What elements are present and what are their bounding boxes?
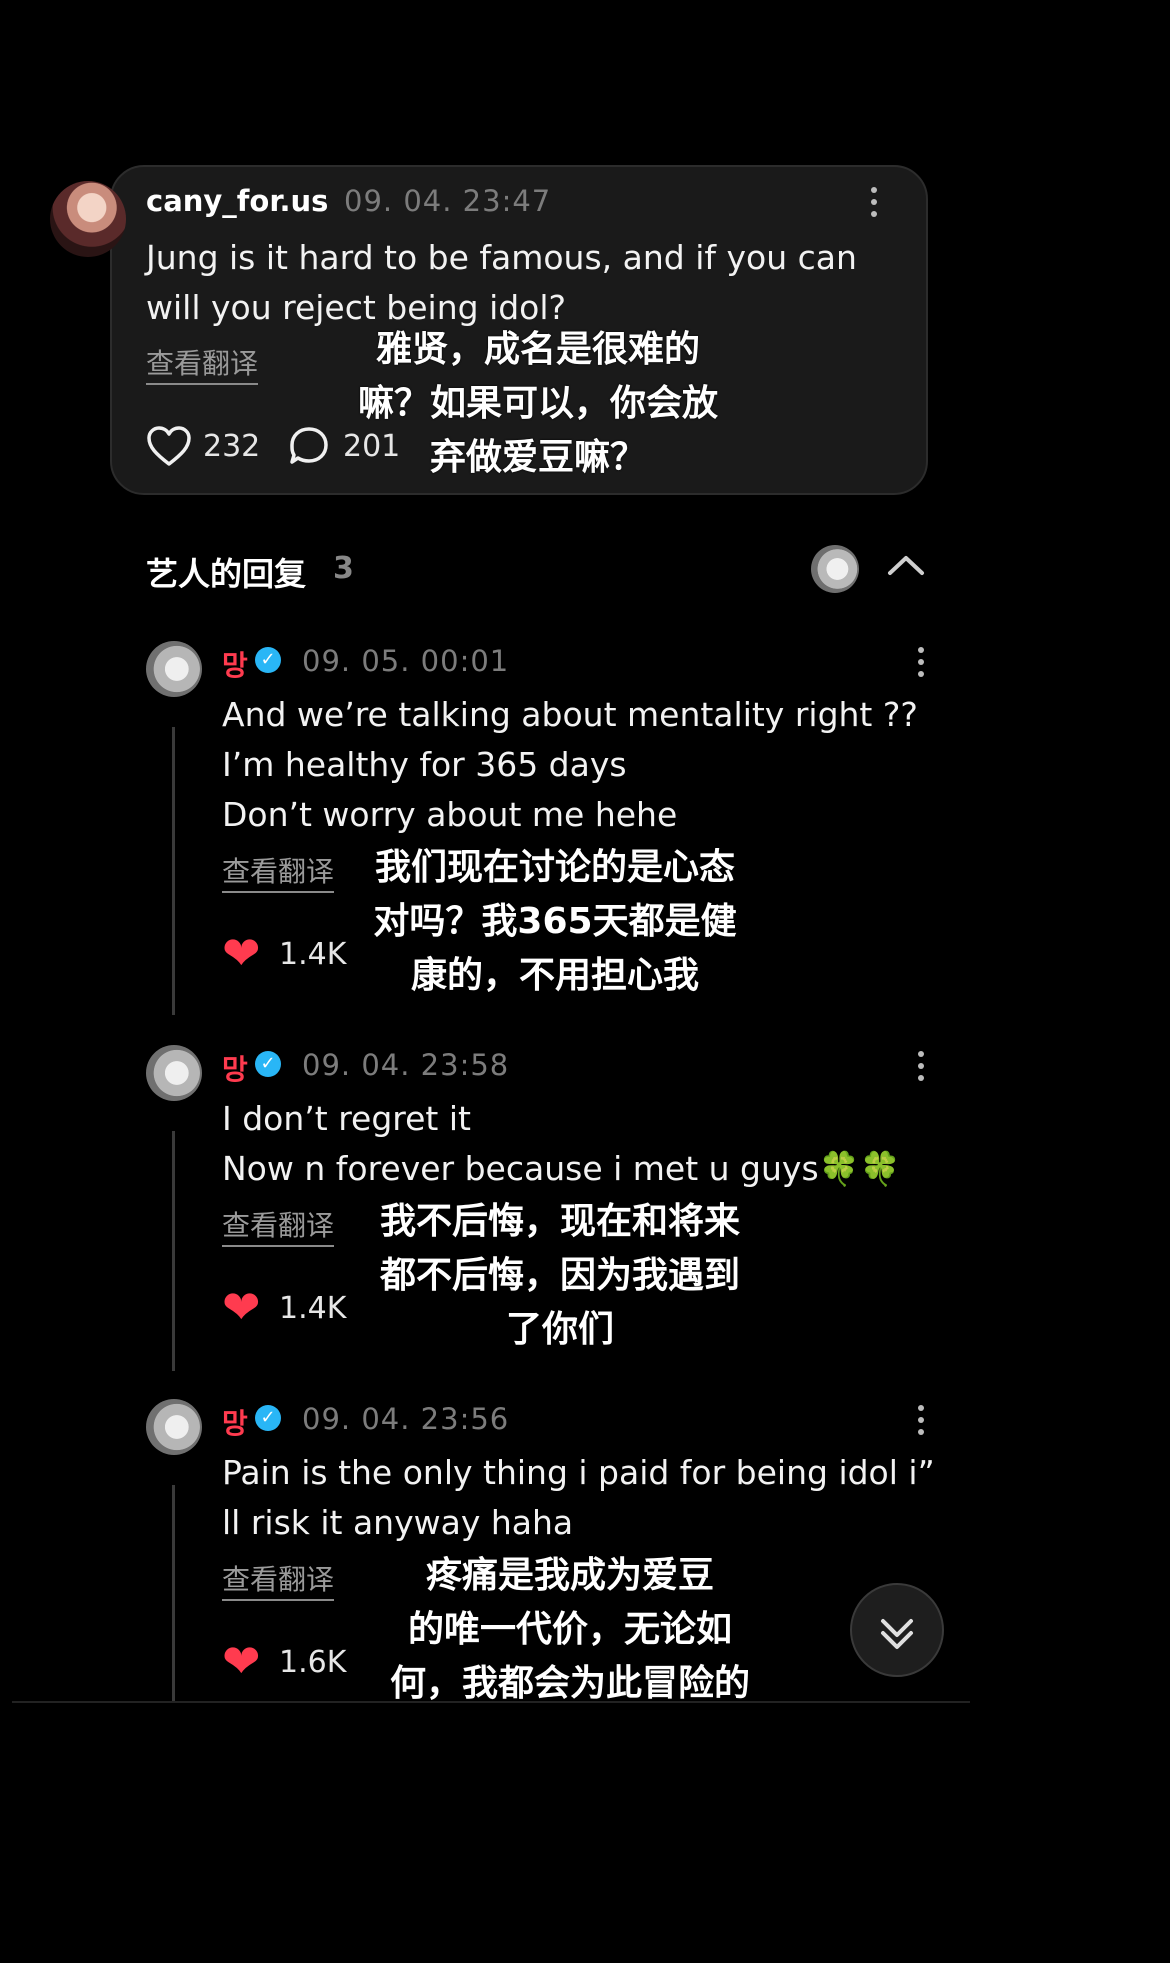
translate-link[interactable]: 查看翻译 <box>222 1563 335 1601</box>
reply-text-line1: And we’re talking about mentality right … <box>222 695 918 734</box>
reply-username[interactable]: 망 <box>222 1048 248 1088</box>
translate-link[interactable]: 查看翻译 <box>222 1209 335 1247</box>
more-options-icon[interactable] <box>916 647 926 683</box>
collapse-replies-button[interactable] <box>886 553 926 577</box>
translate-link[interactable]: 查看翻译 <box>146 347 259 385</box>
divider <box>12 1701 970 1703</box>
reply-text-line2: ll risk it anyway haha <box>222 1503 574 1542</box>
chinese-subtitle-line1: 雅贤，成名是很难的 <box>375 329 700 370</box>
reply-text-line1: Pain is the only thing i paid for being … <box>222 1453 935 1492</box>
reply-text-line2: Now n forever because i met u guys🍀🍀 <box>222 1149 901 1188</box>
comment-timestamp: 09. 04. 23:47 <box>344 184 552 218</box>
chinese-subtitle-line1: 疼痛是我成为爱豆 <box>425 1555 714 1596</box>
verified-badge-icon: ✓ <box>255 647 281 673</box>
more-options-icon[interactable] <box>916 1051 926 1087</box>
translate-link[interactable]: 查看翻译 <box>222 855 335 893</box>
reply-timestamp: 09. 05. 00:01 <box>302 644 510 678</box>
user-avatar[interactable] <box>50 181 126 257</box>
chinese-subtitle-line3: 了你们 <box>505 1309 614 1350</box>
artist-replies-title: 艺人的回复 <box>146 555 307 593</box>
reply-timestamp: 09. 04. 23:56 <box>302 1402 510 1436</box>
artist-avatar <box>811 545 859 593</box>
chinese-subtitle-line1: 我不后悔，现在和将来 <box>379 1201 740 1242</box>
reply-button[interactable] <box>288 425 330 467</box>
reply-text-line3: Don’t worry about me hehe <box>222 795 678 834</box>
artist-replies-count: 3 <box>333 551 354 586</box>
reply-username[interactable]: 망 <box>222 1402 248 1442</box>
more-options-icon[interactable] <box>869 187 879 223</box>
chinese-subtitle-line2: 嘛？如果可以，你会放 <box>357 383 718 424</box>
reply-avatar[interactable] <box>146 641 202 697</box>
heart-filled-icon[interactable]: ❤ <box>222 1638 261 1684</box>
like-button[interactable] <box>146 425 192 467</box>
like-count: 232 <box>203 429 261 464</box>
chinese-subtitle-line1: 我们现在讨论的是心态 <box>374 847 735 888</box>
verified-badge-icon: ✓ <box>255 1405 281 1431</box>
like-count: 1.6K <box>279 1645 347 1680</box>
comment-text-line1: Jung is it hard to be famous, and if you… <box>146 238 857 277</box>
more-options-icon[interactable] <box>916 1405 926 1441</box>
thread-line <box>172 1131 175 1371</box>
chinese-subtitle-line3: 弃做爱豆嘛？ <box>429 437 646 478</box>
comment-bubble-icon <box>290 427 328 464</box>
chinese-subtitle-line3: 康的，不用担心我 <box>410 955 699 996</box>
thread-line <box>172 1485 175 1701</box>
heart-outline-icon <box>147 426 191 466</box>
double-chevron-down-icon <box>881 1619 913 1649</box>
reply-timestamp: 09. 04. 23:58 <box>302 1048 510 1082</box>
verified-badge-icon: ✓ <box>255 1051 281 1077</box>
comment-username[interactable]: cany_for.us <box>146 184 328 218</box>
reply-avatar[interactable] <box>146 1399 202 1455</box>
chinese-subtitle-line2: 的唯一代价，无论如 <box>407 1609 732 1650</box>
reply-text-line1: I don’t regret it <box>222 1099 471 1138</box>
reply-text-line2: I’m healthy for 365 days <box>222 745 627 784</box>
chinese-subtitle-line2: 都不后悔，因为我遇到 <box>379 1255 740 1296</box>
heart-filled-icon[interactable]: ❤ <box>222 1284 261 1330</box>
heart-filled-icon[interactable]: ❤ <box>222 930 261 976</box>
scroll-down-button[interactable] <box>850 1583 944 1677</box>
reply-username[interactable]: 망 <box>222 644 248 684</box>
like-count: 1.4K <box>279 1291 347 1326</box>
like-count: 1.4K <box>279 937 347 972</box>
chevron-up-icon <box>888 556 924 575</box>
reply-avatar[interactable] <box>146 1045 202 1101</box>
chinese-subtitle-line2: 对吗？我365天都是健 <box>373 901 737 942</box>
thread-line <box>172 727 175 1015</box>
